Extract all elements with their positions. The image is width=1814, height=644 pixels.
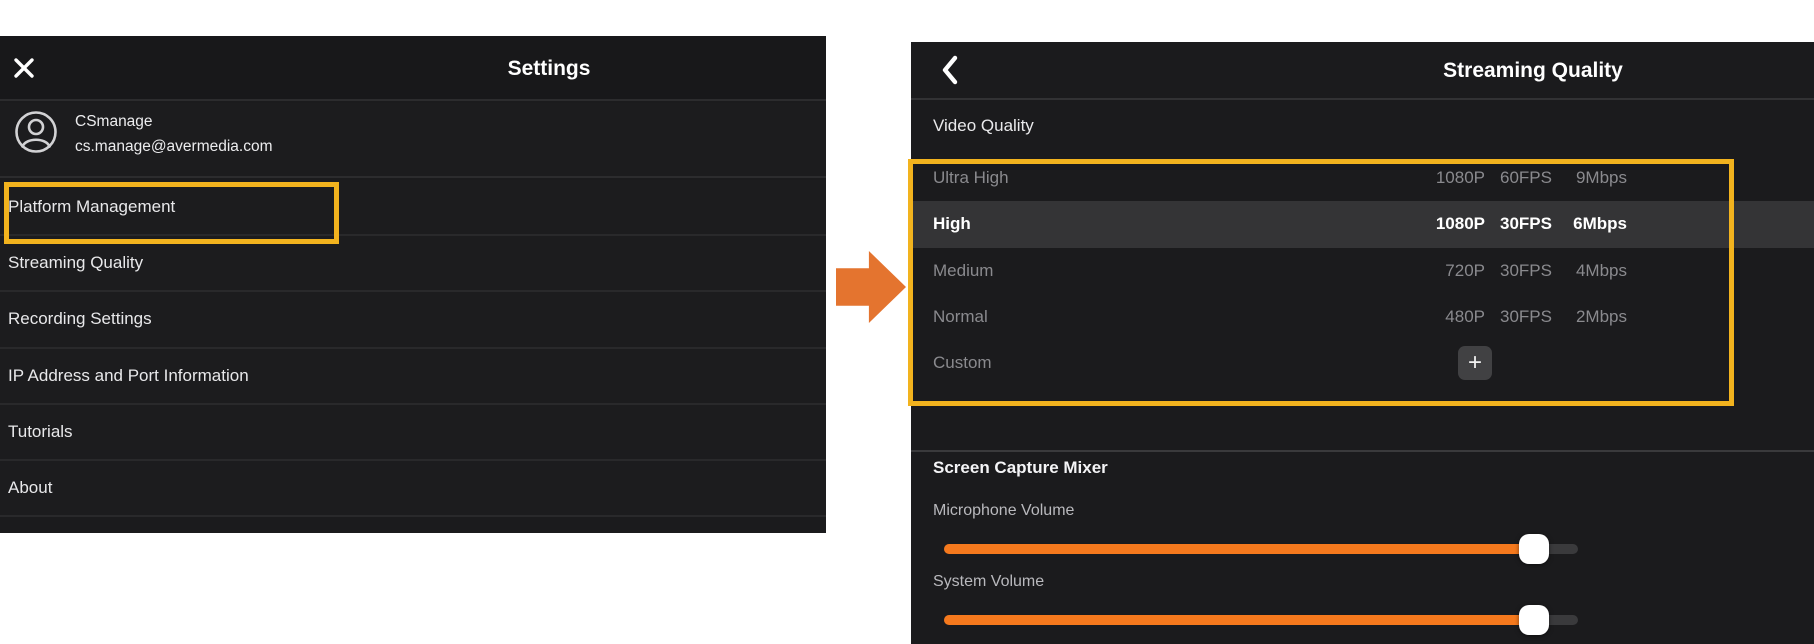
account-email: cs.manage@avermedia.com — [75, 138, 273, 156]
screenshot-stage: Settings CSmanage cs.manage@avermedia.co… — [0, 0, 1814, 644]
quality-values: 480P 30FPS 2Mbps — [1415, 294, 1627, 340]
quality-row-high[interactable]: High 1080P 30FPS 6Mbps — [911, 201, 1814, 247]
streaming-quality-header: Streaming Quality — [911, 42, 1814, 100]
quality-values: 1080P 60FPS 9Mbps — [1415, 155, 1627, 201]
close-icon[interactable] — [13, 57, 35, 79]
bitrate-value: 6Mbps — [1563, 214, 1627, 234]
quality-label: Medium — [911, 261, 993, 281]
quality-label: Normal — [911, 307, 988, 327]
bitrate-value: 9Mbps — [1563, 168, 1627, 188]
menu-item-platform-management[interactable]: Platform Management — [0, 180, 826, 236]
account-name: CSmanage — [75, 113, 153, 131]
quality-row-custom[interactable]: Custom + — [911, 340, 1814, 386]
slider-fill — [944, 544, 1534, 554]
video-quality-section-label: Video Quality — [933, 116, 1034, 136]
menu-item-recording-settings[interactable]: Recording Settings — [0, 292, 826, 348]
settings-menu: Platform Management Streaming Quality Re… — [0, 180, 826, 517]
menu-item-streaming-quality[interactable]: Streaming Quality — [0, 236, 826, 292]
resolution-value: 720P — [1415, 261, 1485, 281]
menu-item-label: Tutorials — [8, 422, 73, 442]
quality-row-ultra-high[interactable]: Ultra High 1080P 60FPS 9Mbps — [911, 155, 1814, 201]
quality-label: High — [911, 214, 971, 234]
streaming-quality-panel: Streaming Quality Video Quality Ultra Hi… — [911, 42, 1814, 644]
screen-capture-mixer-label: Screen Capture Mixer — [933, 458, 1108, 478]
settings-title: Settings — [449, 36, 649, 101]
menu-item-label: Streaming Quality — [8, 253, 143, 273]
menu-item-label: Recording Settings — [8, 309, 152, 329]
slider-knob[interactable] — [1519, 534, 1549, 564]
microphone-volume-label: Microphone Volume — [933, 502, 1074, 520]
back-chevron-icon[interactable] — [941, 55, 959, 85]
account-profile-row[interactable]: CSmanage cs.manage@avermedia.com — [0, 103, 826, 178]
settings-header: Settings — [0, 36, 826, 101]
settings-panel: Settings CSmanage cs.manage@avermedia.co… — [0, 36, 826, 533]
fps-value: 30FPS — [1494, 214, 1552, 234]
streaming-quality-title: Streaming Quality — [1383, 42, 1683, 100]
fps-value: 60FPS — [1494, 168, 1552, 188]
quality-label: Ultra High — [911, 168, 1009, 188]
bitrate-value: 2Mbps — [1563, 307, 1627, 327]
resolution-value: 1080P — [1415, 168, 1485, 188]
microphone-volume-slider[interactable] — [944, 544, 1578, 554]
quality-values: 720P 30FPS 4Mbps — [1415, 248, 1627, 294]
add-custom-quality-button[interactable]: + — [1458, 346, 1492, 380]
menu-item-ip-address-port[interactable]: IP Address and Port Information — [0, 349, 826, 405]
menu-item-tutorials[interactable]: Tutorials — [0, 405, 826, 461]
quality-label: Custom — [911, 353, 992, 373]
menu-item-label: IP Address and Port Information — [8, 366, 249, 386]
slider-fill — [944, 615, 1534, 625]
quality-options-list: Ultra High 1080P 60FPS 9Mbps High 1080P … — [911, 155, 1814, 386]
fps-value: 30FPS — [1494, 307, 1552, 327]
system-volume-label: System Volume — [933, 573, 1044, 591]
menu-item-about[interactable]: About — [0, 461, 826, 517]
arrow-right-icon — [836, 251, 906, 323]
fps-value: 30FPS — [1494, 261, 1552, 281]
slider-knob[interactable] — [1519, 605, 1549, 635]
quality-row-normal[interactable]: Normal 480P 30FPS 2Mbps — [911, 294, 1814, 340]
quality-row-medium[interactable]: Medium 720P 30FPS 4Mbps — [911, 248, 1814, 294]
menu-item-label: Platform Management — [8, 197, 175, 217]
bitrate-value: 4Mbps — [1563, 261, 1627, 281]
system-volume-slider[interactable] — [944, 615, 1578, 625]
resolution-value: 480P — [1415, 307, 1485, 327]
menu-item-label: About — [8, 478, 52, 498]
quality-values: 1080P 30FPS 6Mbps — [1415, 201, 1627, 247]
section-divider — [911, 450, 1814, 452]
resolution-value: 1080P — [1415, 214, 1485, 234]
plus-icon: + — [1468, 349, 1482, 376]
avatar-person-icon — [14, 110, 58, 154]
